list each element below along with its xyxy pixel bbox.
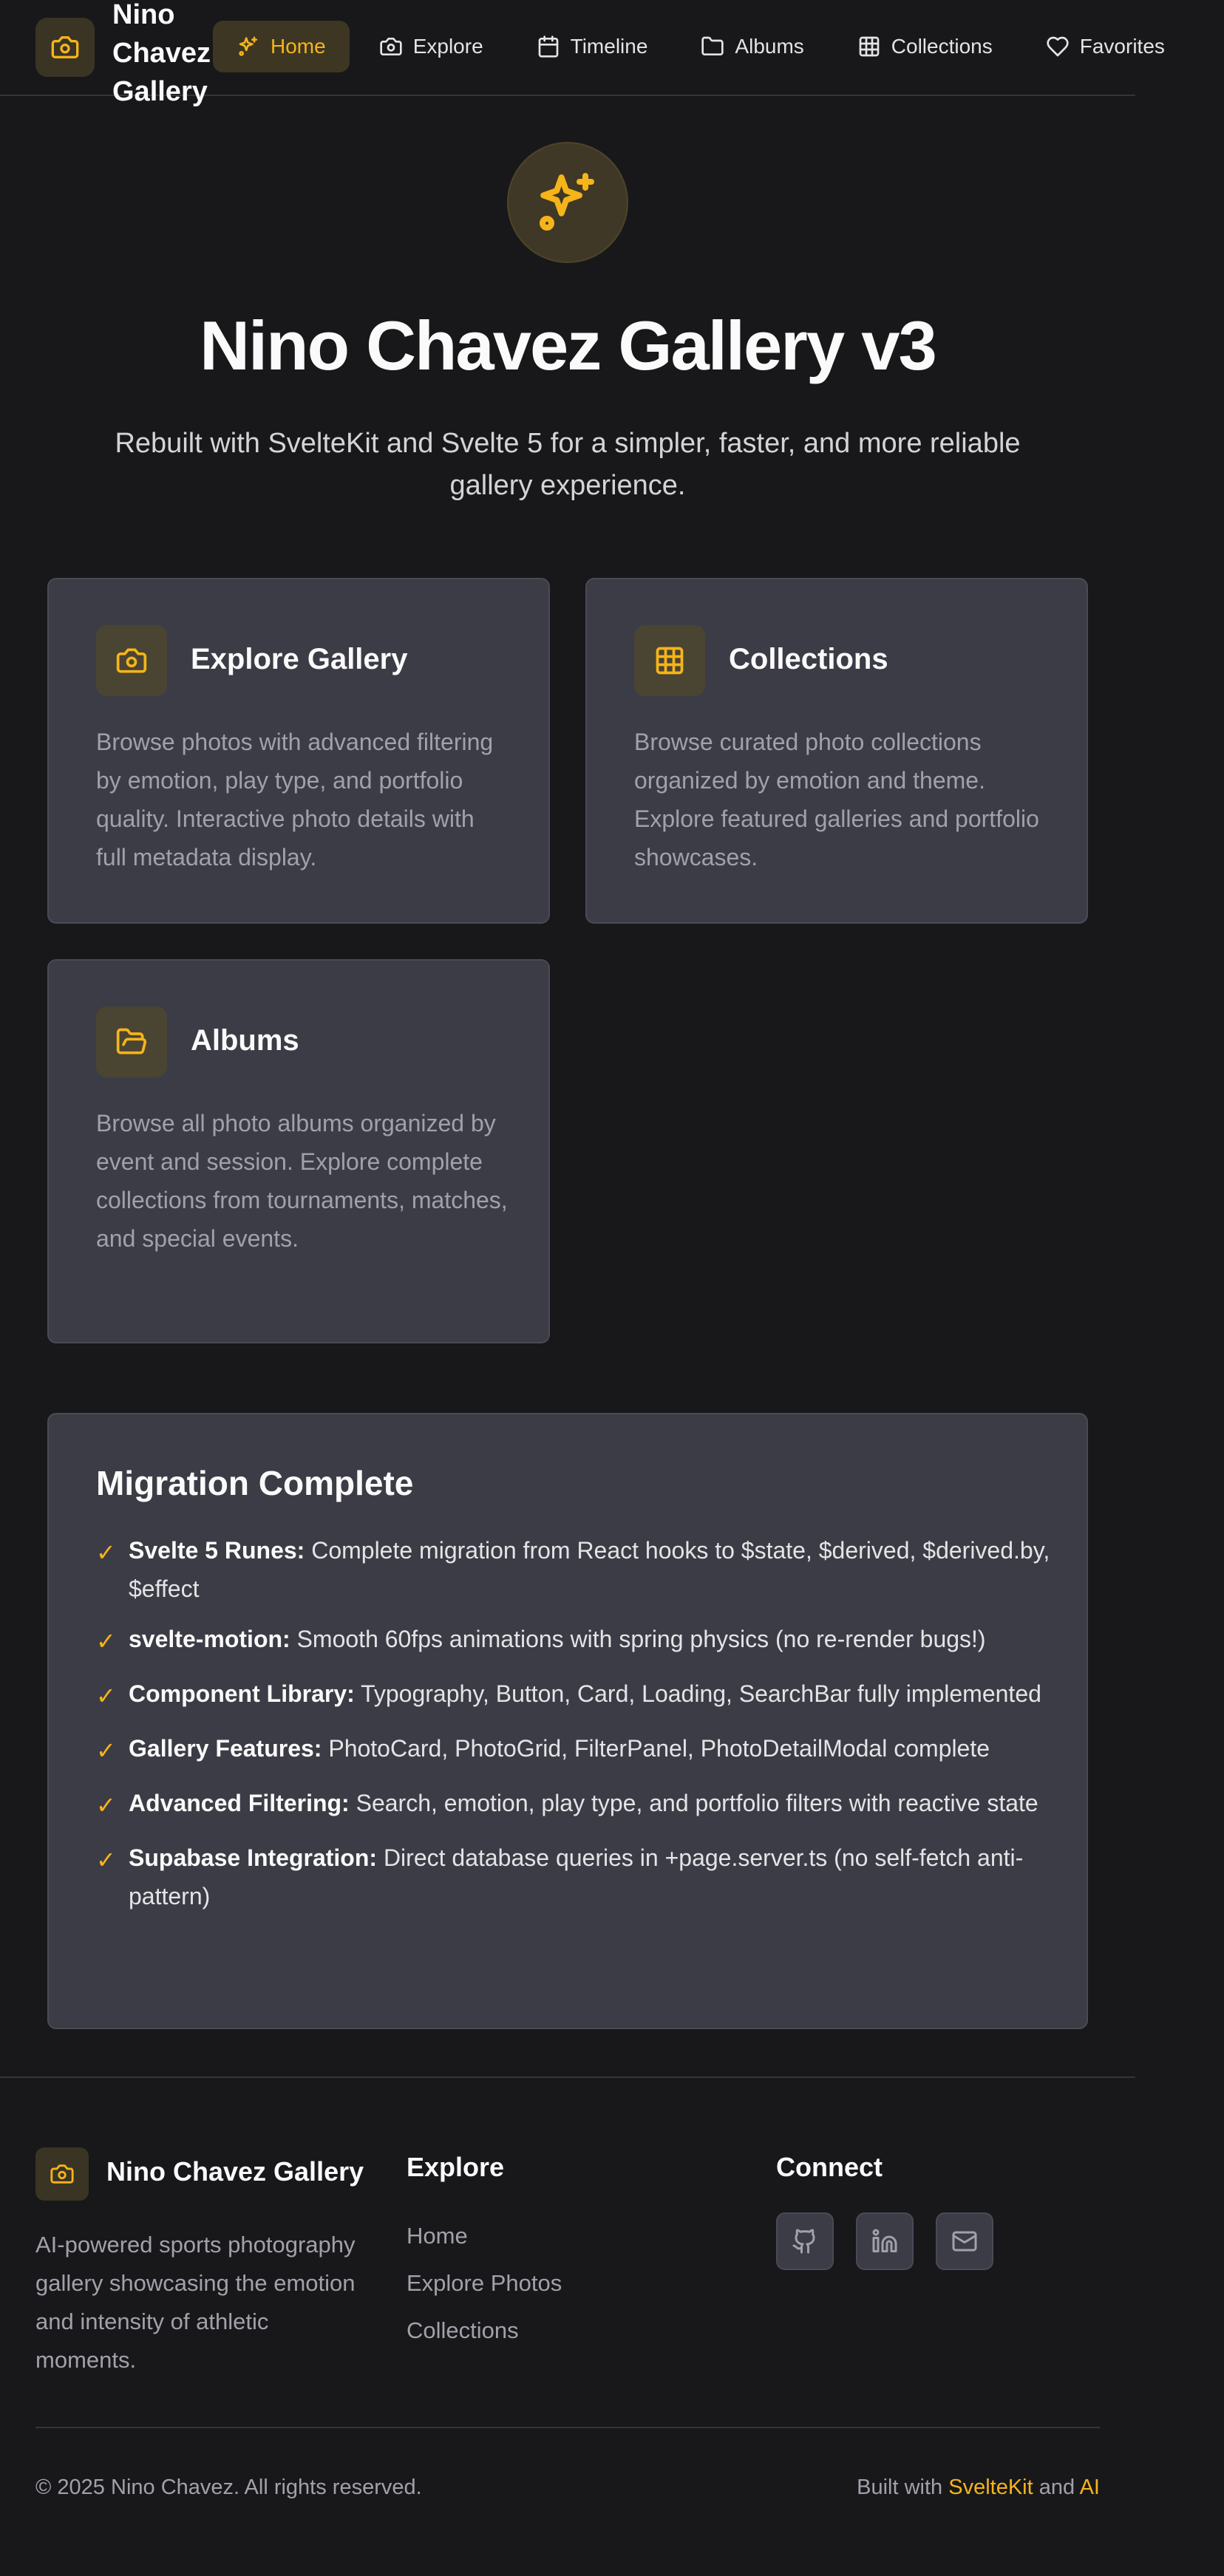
footer-link-home[interactable]: Home [407, 2212, 562, 2260]
list-item-content: Advanced Filtering: Search, emotion, pla… [129, 1784, 1038, 1827]
top-nav: Nino Chavez Gallery Home Explore Timelin… [0, 0, 1165, 107]
item-text: PhotoCard, PhotoGrid, FilterPanel, Photo… [328, 1735, 990, 1762]
migration-panel: Migration Complete ✓ Svelte 5 Runes: Com… [47, 1413, 1088, 2029]
linkedin-icon[interactable] [856, 2212, 914, 2270]
list-item: ✓ Supabase Integration: Direct database … [96, 1839, 1057, 1915]
nav-link-home[interactable]: Home [213, 21, 350, 72]
nav-link-collections[interactable]: Collections [834, 21, 1016, 72]
brand-name[interactable]: Nino Chavez Gallery [112, 0, 216, 111]
footer-camera-icon [35, 2147, 89, 2201]
feature-card-explore[interactable]: Explore Gallery Browse photos with advan… [47, 578, 550, 924]
item-label: Svelte 5 Runes: [129, 1537, 305, 1564]
github-icon[interactable] [776, 2212, 834, 2270]
footer-description: AI-powered sports photography gallery sh… [35, 2232, 356, 2373]
footer-brand: Nino Chavez Gallery [106, 2156, 364, 2187]
heart-icon [1046, 35, 1070, 58]
footer-divider [0, 2076, 1135, 2078]
nav-link-favorites[interactable]: Favorites [1022, 21, 1189, 72]
nav-link-label: Timeline [570, 35, 648, 58]
footer-explore-links: Home Explore Photos Collections [407, 2212, 562, 2354]
logo-camera-icon[interactable] [35, 18, 95, 77]
item-text: Typography, Button, Card, Loading, Searc… [361, 1680, 1041, 1707]
nav-link-label: Collections [891, 35, 993, 58]
check-icon: ✓ [96, 1737, 116, 1764]
footer-connect-heading: Connect [776, 2152, 883, 2182]
footer-bottom-divider [35, 2427, 1100, 2428]
item-text: Search, emotion, play type, and portfoli… [356, 1790, 1038, 1816]
footer-link-collections[interactable]: Collections [407, 2307, 562, 2354]
social-links [776, 2212, 993, 2270]
check-icon: ✓ [96, 1539, 116, 1566]
item-text: Smooth 60fps animations with spring phys… [296, 1626, 986, 1652]
card-description: Browse curated photo collections organiz… [634, 729, 1039, 870]
built-prefix: Built with [857, 2476, 949, 2499]
footer-link-explore-photos[interactable]: Explore Photos [407, 2260, 562, 2307]
feature-card-collections[interactable]: Collections Browse curated photo collect… [585, 578, 1088, 924]
card-description: Browse all photo albums organized by eve… [96, 1110, 508, 1252]
item-label: Component Library: [129, 1680, 355, 1707]
built-with-text: Built with SvelteKit and AI [857, 2476, 1100, 2500]
folder-open-icon [96, 1006, 167, 1077]
camera-icon [379, 35, 403, 58]
migration-title: Migration Complete [96, 1464, 414, 1502]
hero-sparkles-icon [507, 142, 628, 263]
camera-icon [96, 625, 167, 696]
card-description: Browse photos with advanced filtering by… [96, 729, 494, 870]
sveltekit-link[interactable]: SvelteKit [948, 2476, 1033, 2499]
nav-link-timeline[interactable]: Timeline [513, 21, 672, 72]
nav-link-explore[interactable]: Explore [356, 21, 507, 72]
mail-icon[interactable] [936, 2212, 993, 2270]
list-item-content: Component Library: Typography, Button, C… [129, 1674, 1041, 1717]
nav-link-label: Explore [412, 35, 483, 58]
list-item: ✓ Advanced Filtering: Search, emotion, p… [96, 1784, 1057, 1827]
list-item: ✓ Gallery Features: PhotoCard, PhotoGrid… [96, 1729, 1057, 1772]
list-item-content: Svelte 5 Runes: Complete migration from … [129, 1531, 1057, 1608]
built-and: and [1033, 2476, 1080, 2499]
ai-link[interactable]: AI [1080, 2476, 1100, 2499]
calendar-icon [537, 35, 560, 58]
card-title: Collections [729, 643, 888, 675]
item-label: Advanced Filtering: [129, 1790, 350, 1816]
copyright-text: © 2025 Nino Chavez. All rights reserved. [35, 2476, 422, 2499]
check-icon: ✓ [96, 1792, 116, 1819]
item-label: Gallery Features: [129, 1735, 322, 1762]
nav-link-label: Home [271, 35, 326, 58]
nav-link-label: Albums [735, 35, 804, 58]
list-item: ✓ Svelte 5 Runes: Complete migration fro… [96, 1531, 1057, 1608]
list-item: ✓ svelte-motion: Smooth 60fps animations… [96, 1620, 1057, 1663]
page-subtitle: Rebuilt with SvelteKit and Svelte 5 for … [115, 428, 1021, 501]
item-label: svelte-motion: [129, 1626, 290, 1652]
nav-link-albums[interactable]: Albums [677, 21, 827, 72]
page-title: Nino Chavez Gallery v3 [200, 307, 937, 384]
list-item-content: Gallery Features: PhotoCard, PhotoGrid, … [129, 1729, 990, 1772]
footer-explore-heading: Explore [407, 2152, 505, 2182]
item-label: Supabase Integration: [129, 1844, 378, 1871]
nav-link-label: Favorites [1079, 35, 1165, 58]
migration-list: ✓ Svelte 5 Runes: Complete migration fro… [96, 1531, 1057, 1927]
check-icon: ✓ [96, 1683, 116, 1709]
list-item-content: Supabase Integration: Direct database qu… [129, 1839, 1057, 1915]
grid-icon [634, 625, 705, 696]
sparkles-icon [237, 35, 260, 58]
folder-icon [701, 35, 724, 58]
list-item-content: svelte-motion: Smooth 60fps animations w… [129, 1620, 986, 1663]
check-icon: ✓ [96, 1628, 116, 1655]
feature-card-albums[interactable]: Albums Browse all photo albums organized… [47, 959, 550, 1343]
list-item: ✓ Component Library: Typography, Button,… [96, 1674, 1057, 1717]
nav-links: Home Explore Timeline Albums Collections [213, 21, 1194, 72]
grid-icon [857, 35, 881, 58]
check-icon: ✓ [96, 1847, 116, 1873]
card-title: Explore Gallery [191, 643, 408, 675]
card-title: Albums [191, 1024, 299, 1057]
